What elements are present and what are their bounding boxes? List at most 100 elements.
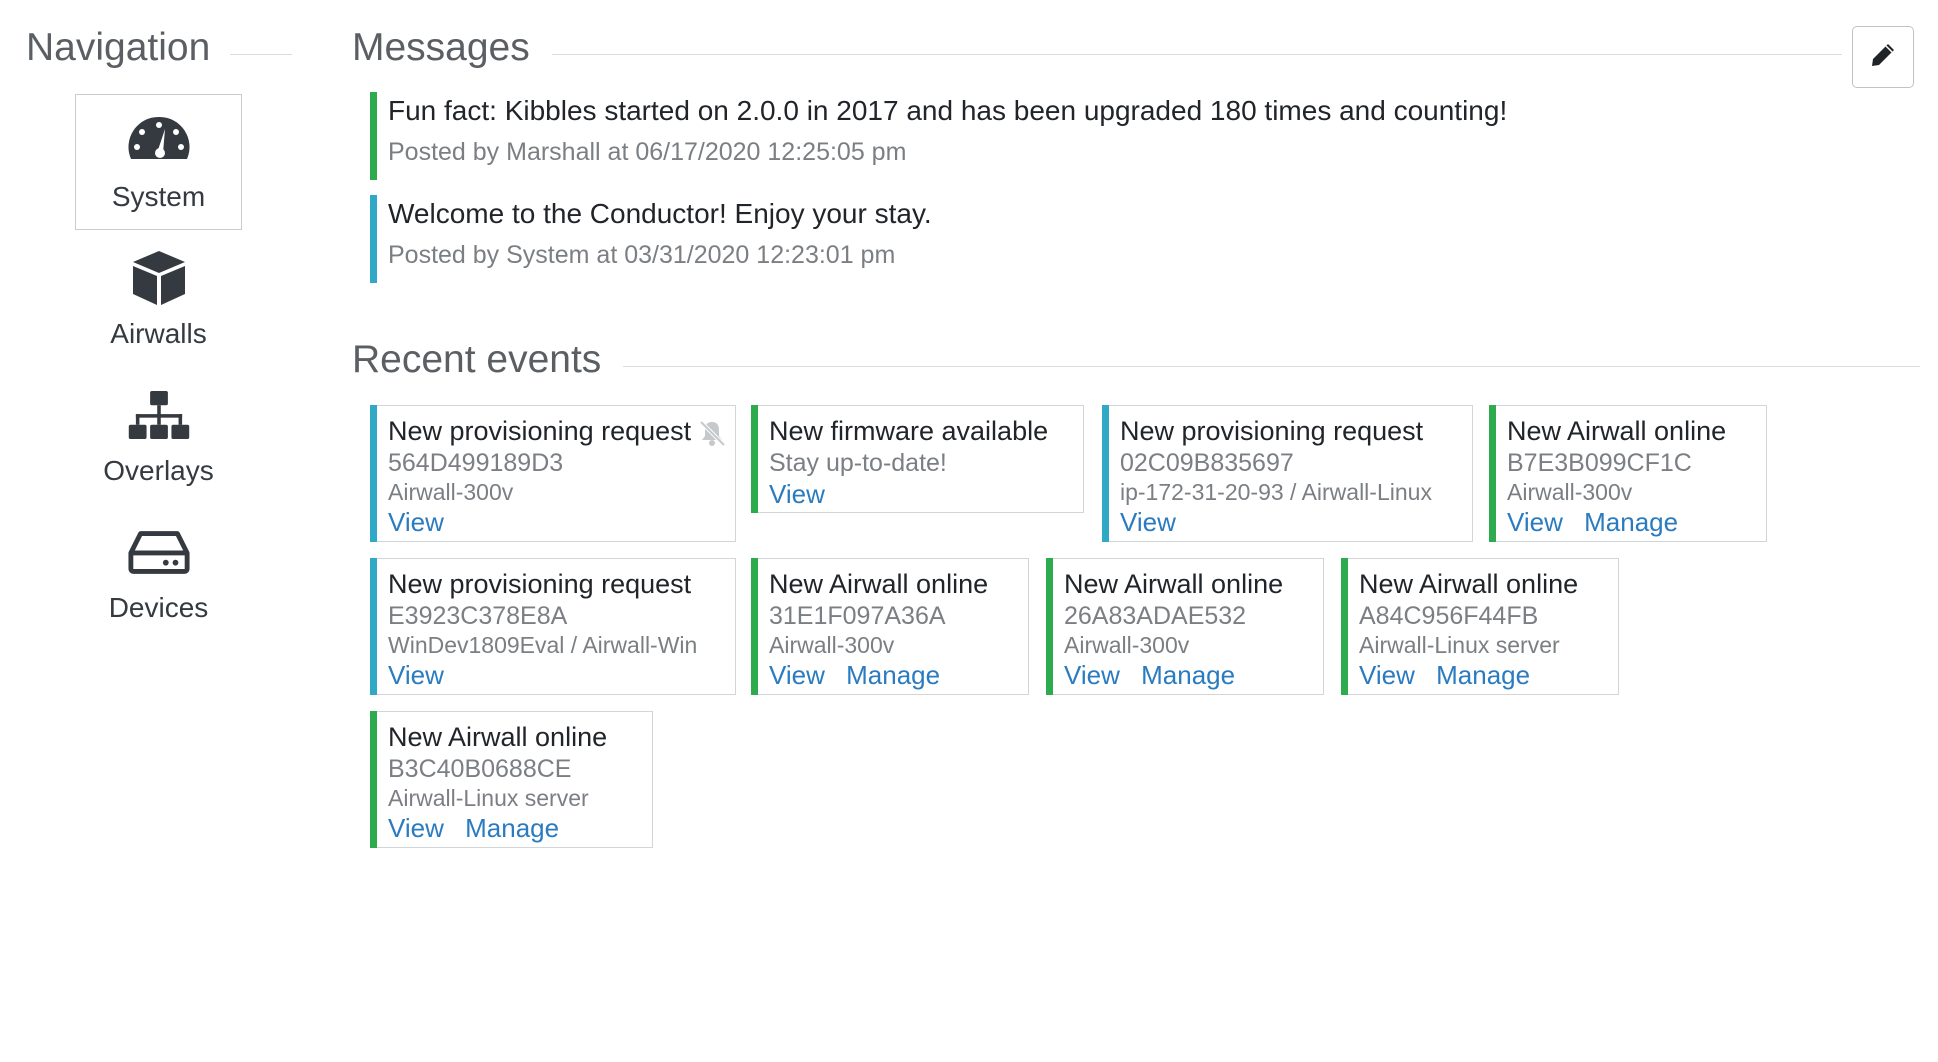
nav-item-overlays[interactable]: Overlays [75, 368, 242, 504]
recent-events-header: Recent events [352, 338, 1920, 382]
manage-link[interactable]: Manage [1436, 660, 1530, 690]
event-detail: Airwall-Linux server [388, 785, 589, 811]
message-status-bar [370, 92, 377, 180]
event-card: New Airwall online B3C40B0688CE Airwall-… [370, 711, 653, 848]
event-status-bar [1046, 558, 1053, 695]
event-status-bar [1341, 558, 1348, 695]
event-title: New provisioning request [388, 416, 692, 446]
view-link[interactable]: View [1359, 660, 1415, 690]
event-links: View Manage [388, 812, 652, 844]
pencil-icon [1869, 41, 1897, 74]
nav-item-label: Devices [108, 592, 209, 623]
view-link[interactable]: View [1507, 507, 1563, 537]
event-card: New provisioning request 02C09B835697 ip… [1102, 405, 1473, 542]
nav-item-airwalls[interactable]: Airwalls [75, 231, 242, 367]
manage-link[interactable]: Manage [465, 813, 559, 843]
message-item: Welcome to the Conductor! Enjoy your sta… [370, 195, 1870, 283]
event-id: 564D499189D3 [388, 449, 564, 477]
event-card: New Airwall online B7E3B099CF1C Airwall-… [1489, 405, 1767, 542]
message-item: Fun fact: Kibbles started on 2.0.0 in 20… [370, 92, 1870, 180]
event-card: New Airwall online 31E1F097A36A Airwall-… [751, 558, 1029, 695]
event-id: 26A83ADAE532 [1064, 602, 1247, 630]
nav-item-system[interactable]: System [75, 94, 242, 230]
event-detail: Airwall-300v [1507, 479, 1633, 505]
event-card: New provisioning request 564D499189D3 Ai… [370, 405, 736, 542]
event-status-bar [370, 405, 377, 542]
message-meta: Posted by Marshall at 06/17/2020 12:25:0… [388, 138, 907, 166]
view-link[interactable]: View [769, 660, 825, 690]
event-links: View Manage [1064, 659, 1323, 691]
messages-divider [551, 53, 1842, 55]
message-text: Welcome to the Conductor! Enjoy your sta… [388, 198, 932, 229]
event-detail: Airwall-300v [388, 479, 514, 505]
edit-messages-button[interactable] [1852, 26, 1914, 88]
message-status-bar [370, 195, 377, 283]
event-links: View Manage [769, 659, 1028, 691]
event-id: B3C40B0688CE [388, 755, 572, 783]
event-detail: Airwall-300v [1064, 632, 1190, 658]
event-title: New Airwall online [1359, 569, 1579, 599]
event-card: New firmware available Stay up-to-date! … [751, 405, 1084, 513]
event-title: New firmware available [769, 416, 1049, 446]
event-status-bar [370, 558, 377, 695]
bell-slash-icon[interactable] [697, 418, 727, 448]
event-title: New Airwall online [388, 722, 608, 752]
tachometer-icon [127, 111, 191, 171]
event-status-bar [751, 558, 758, 695]
event-links: View [388, 506, 735, 538]
event-title: New provisioning request [1120, 416, 1424, 446]
view-link[interactable]: View [1120, 507, 1176, 537]
event-links: View [769, 478, 1083, 510]
event-detail: Airwall-Linux server [1359, 632, 1560, 658]
event-detail: Airwall-300v [769, 632, 895, 658]
recent-events-divider [623, 365, 1920, 367]
manage-link[interactable]: Manage [846, 660, 940, 690]
event-card: New Airwall online A84C956F44FB Airwall-… [1341, 558, 1619, 695]
messages-header: Messages [352, 26, 1842, 70]
event-status-bar [1102, 405, 1109, 542]
nav-item-label: System [111, 181, 206, 212]
navigation-divider [230, 53, 292, 55]
nav-item-label: Overlays [103, 455, 214, 486]
navigation-panel: Navigation System Airwalls Overlays Devi… [0, 0, 300, 1062]
manage-link[interactable]: Manage [1584, 507, 1678, 537]
event-title: New Airwall online [1064, 569, 1284, 599]
event-status-bar [1489, 405, 1496, 542]
event-card: New provisioning request E3923C378E8A Wi… [370, 558, 736, 695]
event-links: View [388, 659, 735, 691]
event-id: E3923C378E8A [388, 602, 568, 630]
event-id: 02C09B835697 [1120, 449, 1294, 477]
navigation-title: Navigation [26, 26, 211, 69]
messages-title: Messages [352, 26, 530, 69]
message-text: Fun fact: Kibbles started on 2.0.0 in 20… [388, 95, 1508, 126]
view-link[interactable]: View [388, 660, 444, 690]
manage-link[interactable]: Manage [1141, 660, 1235, 690]
navigation-header: Navigation [26, 26, 292, 70]
event-card: New Airwall online 26A83ADAE532 Airwall-… [1046, 558, 1324, 695]
view-link[interactable]: View [1064, 660, 1120, 690]
event-title: New provisioning request [388, 569, 692, 599]
event-links: View Manage [1359, 659, 1618, 691]
event-links: View Manage [1507, 506, 1766, 538]
event-title: New Airwall online [769, 569, 989, 599]
nav-item-label: Airwalls [110, 318, 207, 349]
event-detail: ip-172-31-20-93 / Airwall-Linux [1120, 479, 1432, 505]
event-title: New Airwall online [1507, 416, 1727, 446]
view-link[interactable]: View [388, 507, 444, 537]
nav-item-devices[interactable]: Devices [75, 505, 242, 641]
event-id: A84C956F44FB [1359, 602, 1539, 630]
cube-icon [127, 248, 191, 308]
event-status-bar [751, 405, 758, 513]
event-links: View [1120, 506, 1472, 538]
event-status-bar [370, 711, 377, 848]
sitemap-icon [127, 385, 191, 445]
recent-events-title: Recent events [352, 338, 602, 381]
view-link[interactable]: View [388, 813, 444, 843]
view-link[interactable]: View [769, 479, 825, 509]
event-detail: WinDev1809Eval / Airwall-Win [388, 632, 698, 658]
event-subtitle: Stay up-to-date! [769, 449, 947, 477]
message-meta: Posted by System at 03/31/2020 12:23:01 … [388, 241, 896, 269]
event-id: B7E3B099CF1C [1507, 449, 1692, 477]
hdd-icon [127, 522, 191, 582]
event-id: 31E1F097A36A [769, 602, 946, 630]
